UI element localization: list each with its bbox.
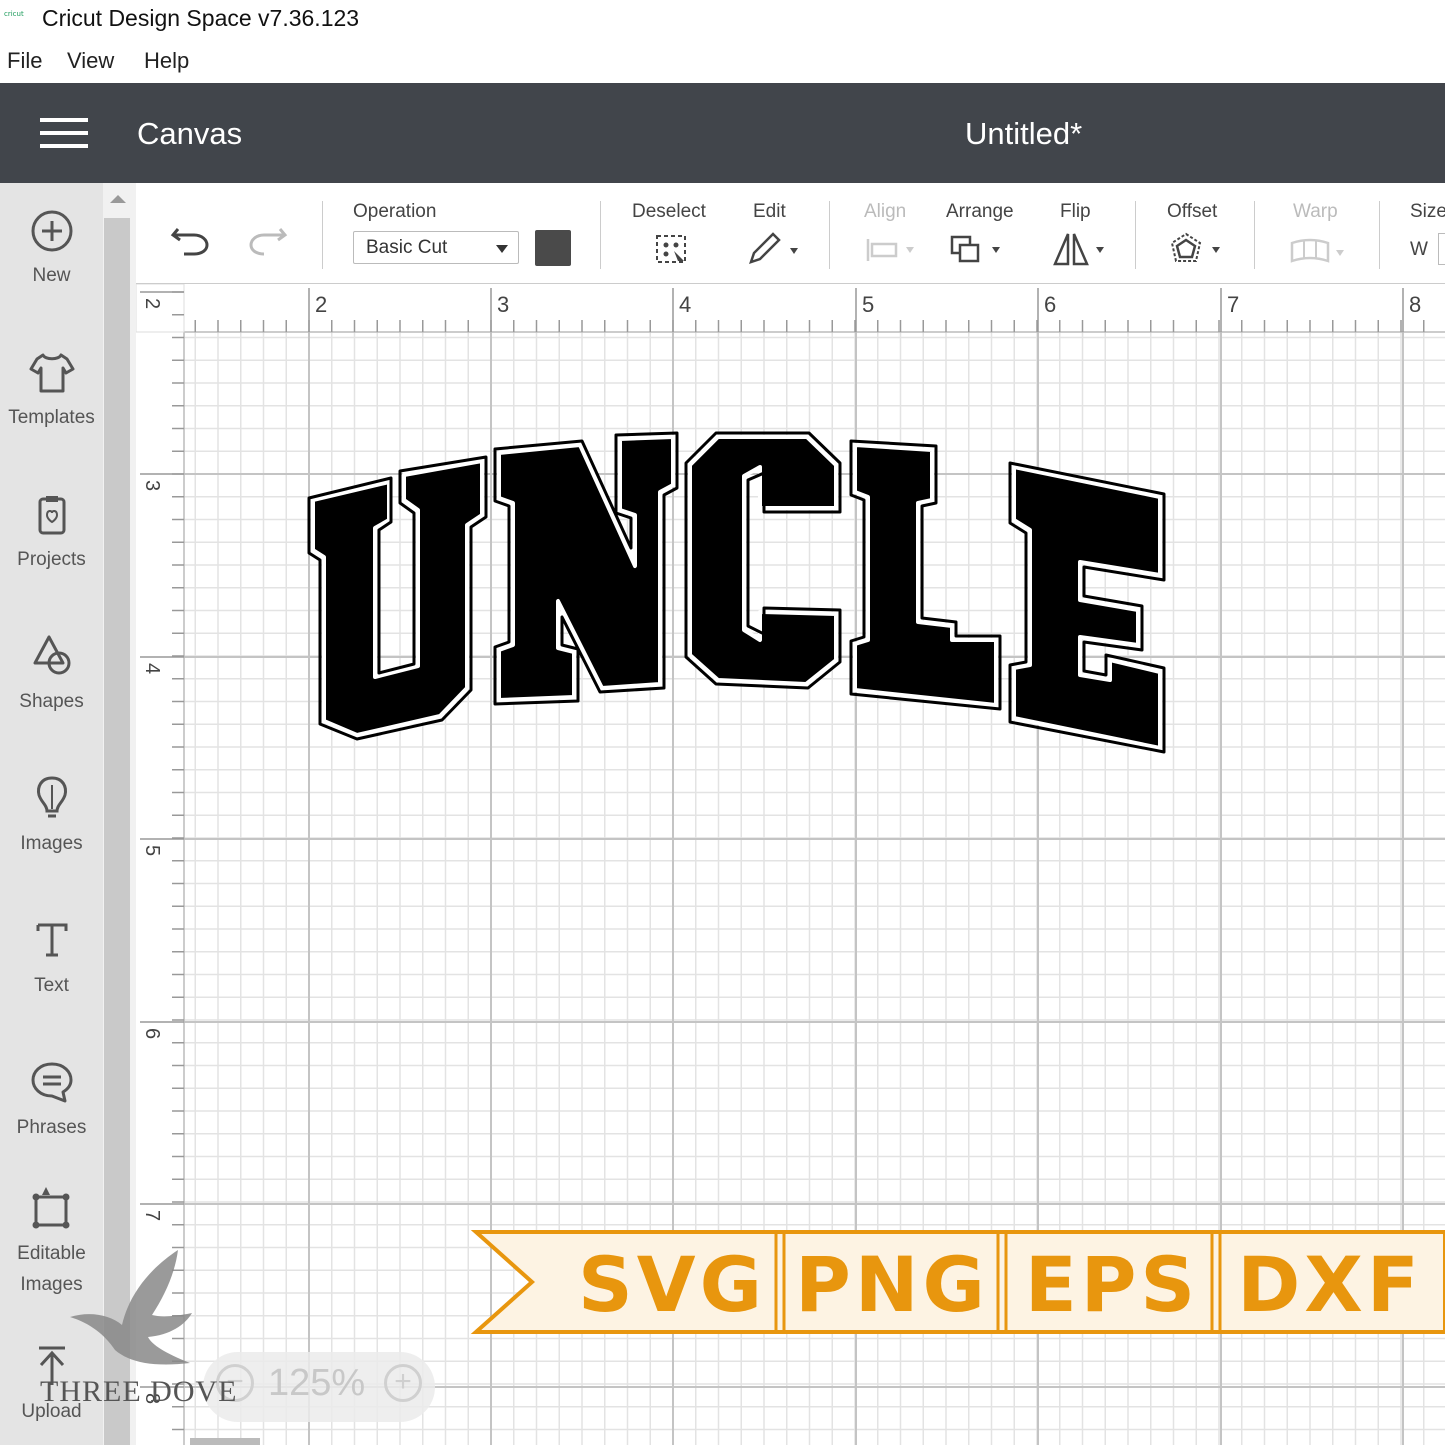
zoom-level: 125%	[268, 1362, 366, 1404]
zoom-in-button[interactable]: +	[384, 1364, 422, 1402]
horizontal-scrollbar[interactable]	[190, 1438, 260, 1445]
format-dxf: DXF	[1237, 1240, 1423, 1329]
watermark-text: THREE DOVE	[40, 1375, 238, 1408]
format-png: PNG	[795, 1240, 989, 1329]
dove-logo-icon	[70, 1250, 192, 1365]
format-svg: SVG	[578, 1240, 766, 1329]
format-eps: EPS	[1025, 1240, 1199, 1329]
format-banner: SVG PNG EPS DXF	[470, 1230, 1445, 1334]
